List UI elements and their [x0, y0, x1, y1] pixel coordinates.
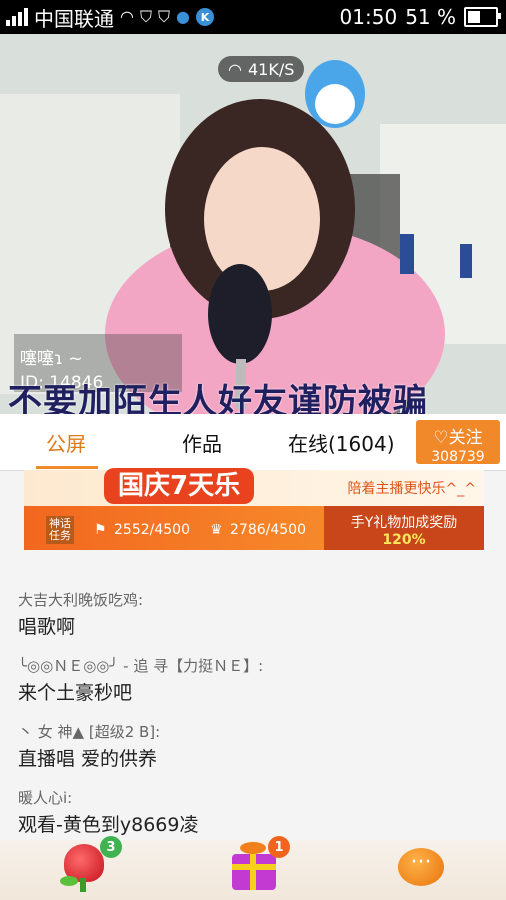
- follow-label: ♡关注: [433, 428, 483, 448]
- wifi-icon: ◠: [228, 59, 242, 79]
- chat-text: 唱歌啊: [18, 616, 76, 638]
- battery-percent: 51 %: [405, 5, 456, 29]
- banner-title: 国庆7天乐: [104, 468, 255, 504]
- shield-icon: ⛉: [139, 7, 152, 26]
- chat-message: ╰◎◎ＮＥ◎◎╯ - 追 寻【力挺ＮＥ】: 来个土豪秒吧: [18, 656, 488, 706]
- chat-icon: ···: [398, 848, 444, 886]
- chat-text: 直播唱 爱的供养: [18, 748, 158, 770]
- signal-icon: [6, 8, 28, 26]
- banner-promo: 陪着主播更快乐^_^: [347, 481, 476, 497]
- gift-button[interactable]: 1: [226, 836, 290, 896]
- flag-icon: ⚑: [94, 522, 107, 538]
- chat-button[interactable]: ···: [392, 840, 448, 896]
- chat-list[interactable]: 大吉大利晚饭吃鸡: 唱歌啊 ╰◎◎ＮＥ◎◎╯ - 追 寻【力挺ＮＥ】: 来个土豪…: [18, 590, 488, 854]
- bonus-value: 120%: [382, 532, 426, 548]
- network-speed: 41K/S: [247, 59, 295, 79]
- rose-button[interactable]: 3: [58, 836, 122, 896]
- chat-message: 大吉大利晚饭吃鸡: 唱歌啊: [18, 590, 488, 640]
- carrier-label: 中国联通: [34, 6, 114, 31]
- bottom-action-bar: 3 1 ···: [0, 836, 506, 900]
- chat-username[interactable]: 丶 女 神▲ [超级2 B]:: [18, 722, 488, 742]
- penguin-icon: ●: [176, 7, 190, 26]
- battery-icon: [464, 7, 501, 27]
- tab-works[interactable]: 作品: [182, 414, 222, 470]
- gift-bow: [240, 842, 266, 854]
- chat-message: 暖人心i: 观看-黄色到y8669凌: [18, 788, 488, 838]
- chat-text: 观看-黄色到y8669凌: [18, 814, 199, 836]
- follower-count: 308739: [431, 449, 485, 465]
- banner-stat-1: 2552/4500: [114, 522, 190, 538]
- banner-stat-2: 2786/4500: [230, 522, 306, 538]
- tab-online[interactable]: 在线(1604): [288, 414, 395, 470]
- wifi-icon: ◠: [120, 7, 134, 26]
- shield-check-icon: ⛉: [157, 7, 170, 26]
- scam-warning: 不要加陌生人好友谨防被骗: [8, 382, 428, 414]
- network-speed-pill: ◠ 41K/S: [218, 56, 305, 82]
- host-name: 噻噻ɿ ~: [20, 349, 83, 369]
- chat-username[interactable]: 暖人心i:: [18, 788, 488, 808]
- rose-count-badge: 3: [100, 836, 122, 858]
- crown-icon: ♛: [210, 522, 223, 538]
- chat-message: 丶 女 神▲ [超级2 B]: 直播唱 爱的供养: [18, 722, 488, 772]
- gift-count-badge: 1: [268, 836, 290, 858]
- k-app-icon: K: [195, 8, 214, 26]
- rose-leaf: [60, 876, 78, 886]
- national-day-banner[interactable]: 国庆7天乐 陪着主播更快乐^_^ 神话任务 ⚑ 2552/4500 ♛ 2786…: [24, 468, 484, 550]
- chat-username[interactable]: ╰◎◎ＮＥ◎◎╯ - 追 寻【力挺ＮＥ】:: [18, 656, 488, 676]
- tab-public-screen[interactable]: 公屏: [46, 414, 86, 470]
- task-label: 神话任务: [46, 516, 74, 544]
- rose-stem: [80, 878, 86, 892]
- status-bar: 中国联通 ◠ ⛉ ⛉ ● K 01:50 51 %: [0, 0, 506, 34]
- gift-ribbon: [232, 864, 276, 870]
- gift-bonus-box: 手Y礼物加成奖励 120%: [324, 506, 484, 550]
- bonus-label: 手Y礼物加成奖励: [350, 515, 458, 531]
- clock: 01:50: [339, 5, 398, 29]
- chat-username[interactable]: 大吉大利晚饭吃鸡:: [18, 590, 488, 610]
- active-tab-indicator: [36, 466, 98, 469]
- chat-text: 来个土豪秒吧: [18, 682, 133, 704]
- live-video[interactable]: ◠ 41K/S 噻噻ɿ ~ ID: 14846 不要加陌生人好友谨防被骗: [0, 34, 506, 414]
- follow-button[interactable]: ♡关注 308739: [416, 420, 500, 465]
